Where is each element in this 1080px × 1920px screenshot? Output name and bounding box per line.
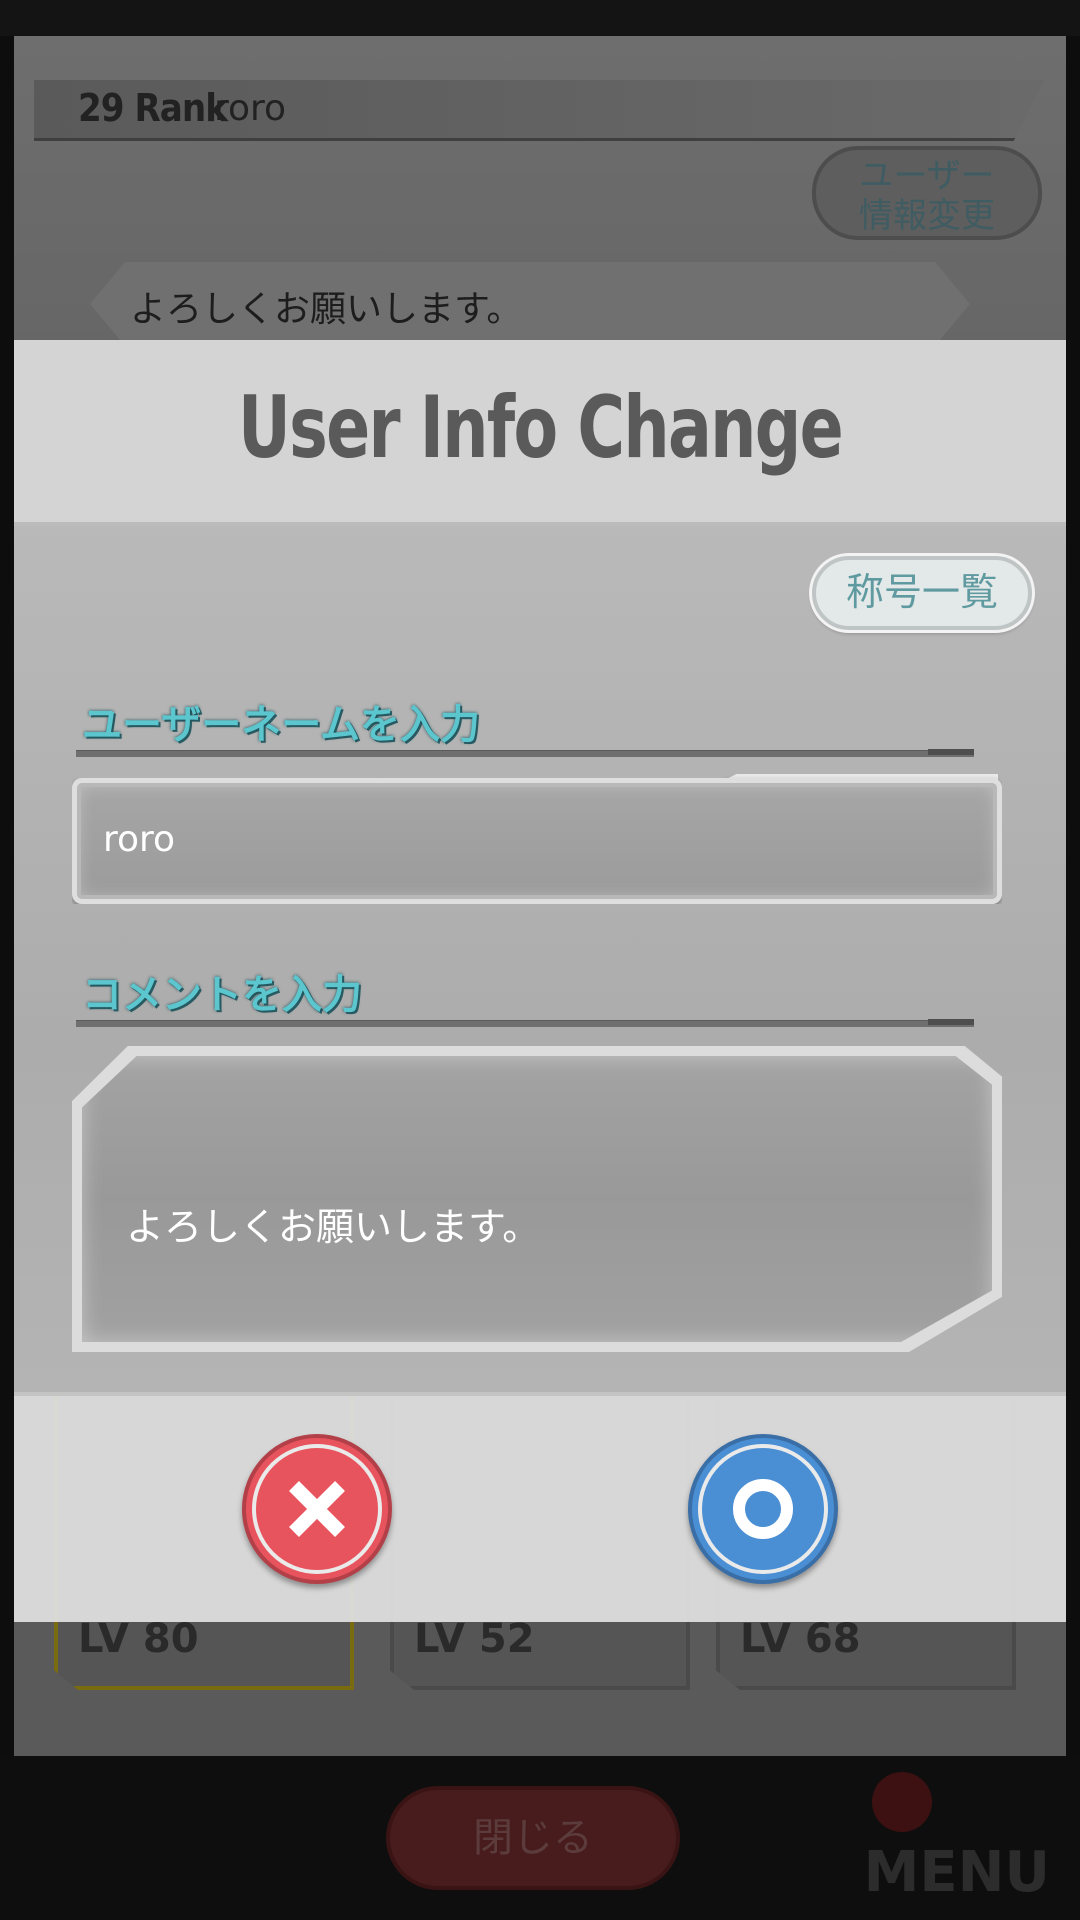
comment-bubble: よろしくお願いします。 — [90, 262, 970, 346]
ok-button[interactable] — [688, 1434, 838, 1584]
card-level: LV 52 — [414, 1616, 535, 1662]
dialog-footer — [14, 1392, 1066, 1622]
card-level: LV 80 — [78, 1616, 199, 1662]
menu-label: MENU — [863, 1840, 1050, 1905]
titles-list-label: 称号一覧 — [845, 570, 998, 614]
alert-badge — [872, 1772, 932, 1832]
dialog-header: User Info Change — [14, 340, 1066, 526]
screen: 29 Rank roro ユーザー 情報変更 よろしくお願いします。 LV 80… — [0, 0, 1080, 1920]
username-divider — [76, 749, 974, 757]
rank-bar: 29 Rank roro — [34, 80, 1044, 141]
titles-list-button[interactable]: 称号一覧 — [812, 556, 1032, 630]
username-value: roro — [103, 819, 176, 860]
username-label: ユーザーネームを入力 — [82, 702, 480, 748]
cancel-button[interactable] — [242, 1434, 392, 1584]
status-strip — [0, 0, 1080, 36]
comment-input[interactable]: よろしくお願いします。 — [72, 1046, 1002, 1352]
close-button-label: 閉じる — [473, 1815, 593, 1861]
comment-divider — [76, 1019, 974, 1027]
user-info-change-button: ユーザー 情報変更 — [812, 146, 1042, 240]
close-icon — [246, 1438, 388, 1580]
username-input[interactable]: roro — [72, 778, 1002, 904]
dialog-title: User Info Change — [237, 378, 844, 478]
close-button: 閉じる — [386, 1786, 680, 1890]
rank-label: 29 Rank — [78, 86, 228, 130]
circle-ok-icon — [692, 1438, 834, 1580]
comment-input-inner: よろしくお願いします。 — [82, 1056, 992, 1342]
card-level: LV 68 — [740, 1616, 861, 1662]
comment-value: よろしくお願いします。 — [126, 1205, 541, 1249]
comment-label: コメントを入力 — [82, 972, 362, 1018]
player-name: roro — [214, 88, 287, 129]
comment-bubble-text: よろしくお願いします。 — [130, 289, 523, 330]
user-info-change-label: ユーザー 情報変更 — [859, 156, 995, 236]
